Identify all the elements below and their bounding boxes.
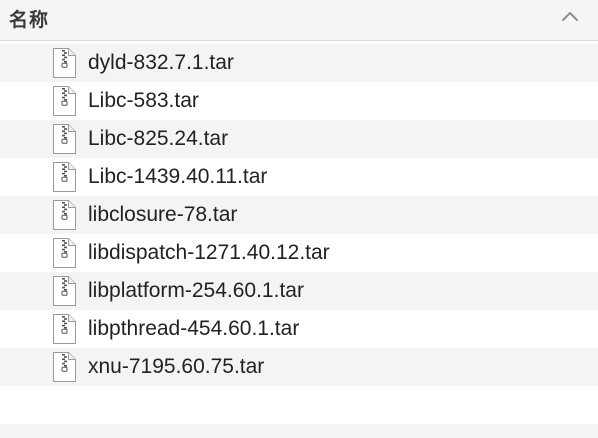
- file-name[interactable]: libdispatch-1271.40.12.tar: [88, 240, 330, 266]
- file-row[interactable]: libplatform-254.60.1.tar: [0, 272, 598, 310]
- file-name[interactable]: Libc-583.tar: [88, 88, 199, 114]
- column-header[interactable]: 名称: [0, 0, 598, 41]
- file-name[interactable]: dyld-832.7.1.tar: [88, 50, 234, 76]
- file-list: dyld-832.7.1.tar Libc-583.tar Libc-825.2…: [0, 44, 598, 386]
- empty-row: [0, 424, 598, 438]
- finder-list-view: 名称 dyld-832.7.1.tar Libc-583.tar Libc-82…: [0, 0, 598, 438]
- file-row[interactable]: libpthread-454.60.1.tar: [0, 310, 598, 348]
- file-row[interactable]: libclosure-78.tar: [0, 196, 598, 234]
- file-name[interactable]: libplatform-254.60.1.tar: [88, 278, 304, 304]
- file-name[interactable]: xnu-7195.60.75.tar: [88, 354, 264, 380]
- file-name[interactable]: libclosure-78.tar: [88, 202, 237, 228]
- zip-archive-icon: [52, 161, 77, 193]
- zip-archive-icon: [52, 237, 77, 269]
- zip-archive-icon: [52, 47, 77, 79]
- file-name[interactable]: Libc-1439.40.11.tar: [88, 164, 267, 190]
- zip-archive-icon: [52, 123, 77, 155]
- empty-row: [0, 386, 598, 424]
- zip-archive-icon: [52, 351, 77, 383]
- zip-archive-icon: [52, 313, 77, 345]
- file-row[interactable]: Libc-1439.40.11.tar: [0, 158, 598, 196]
- file-row[interactable]: Libc-825.24.tar: [0, 120, 598, 158]
- zip-archive-icon: [52, 275, 77, 307]
- file-row[interactable]: Libc-583.tar: [0, 82, 598, 120]
- chevron-up-icon[interactable]: [560, 9, 580, 23]
- zip-archive-icon: [52, 199, 77, 231]
- file-row[interactable]: xnu-7195.60.75.tar: [0, 348, 598, 386]
- file-row[interactable]: libdispatch-1271.40.12.tar: [0, 234, 598, 272]
- zip-archive-icon: [52, 85, 77, 117]
- file-name[interactable]: Libc-825.24.tar: [88, 126, 228, 152]
- file-row[interactable]: dyld-832.7.1.tar: [0, 44, 598, 82]
- file-name[interactable]: libpthread-454.60.1.tar: [88, 316, 299, 342]
- name-column-title[interactable]: 名称: [9, 5, 49, 32]
